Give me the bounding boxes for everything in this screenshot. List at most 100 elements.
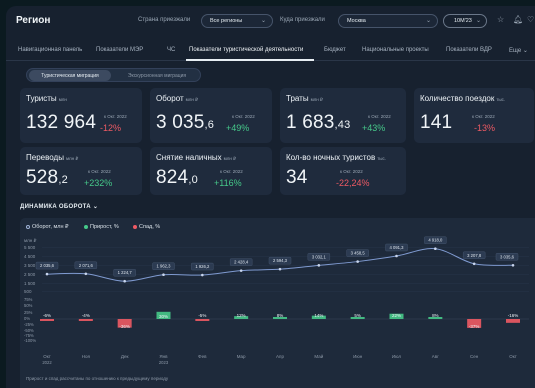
tourist-migration-button[interactable]: Туристическая миграция [29, 70, 111, 81]
x-tick-label: Ноя [82, 354, 91, 359]
star-icon[interactable]: ☆ [497, 15, 504, 24]
x-tick-label: Апр [276, 354, 284, 359]
card-title: Туристы [26, 94, 57, 103]
x-tick-year: 2022 [42, 360, 52, 365]
growth-label: -4% [82, 313, 90, 318]
value-label: 1 962,3 [157, 264, 172, 269]
card-value: 3 035,6 [156, 112, 215, 133]
growth-label: 12% [237, 313, 246, 318]
kpi-card-turnover[interactable]: Оборот млн ₽ 3 035,6 к Окт. 2022 +49% [150, 88, 272, 143]
active-tab-indicator [186, 59, 314, 61]
card-compare-label: к Окт. 2022 [340, 169, 363, 174]
card-unit: тыс. [377, 156, 386, 161]
card-value: 141 [420, 112, 453, 133]
data-point [317, 264, 321, 267]
growth-label: 22% [392, 313, 401, 318]
tab-emergency[interactable]: ЧС [167, 47, 175, 53]
chevron-down-icon: ⌄ [92, 204, 99, 210]
pct-tick-label: 25% [24, 310, 33, 315]
card-unit: тыс. [496, 97, 506, 102]
pct-tick-label: 75% [24, 297, 33, 302]
card-unit: млн ₽ [310, 97, 323, 102]
card-title: Траты [286, 94, 309, 103]
destination-filter-select[interactable]: Москва ⌄ [338, 14, 438, 28]
value-label: 4 091,3 [390, 245, 405, 250]
y-tick-label: 2 500 [24, 272, 36, 277]
data-point [395, 254, 398, 258]
x-tick-label: Мар [237, 354, 246, 359]
growth-label: 30% [159, 314, 168, 319]
value-label: 3 032,1 [312, 254, 327, 259]
card-change: -13% [474, 123, 496, 133]
growth-bar [506, 319, 520, 323]
x-tick-label: Июл [392, 354, 402, 359]
tab-budget[interactable]: Бюджет [324, 47, 346, 53]
value-label: 2 428,4 [234, 260, 249, 265]
destination-filter-value: Москва [347, 18, 366, 24]
data-point [162, 273, 165, 277]
data-point [239, 269, 243, 272]
pct-tick-label: 50% [24, 303, 33, 308]
y-tick-label: 3 500 [24, 263, 36, 268]
turnover-chart: млн ₽ 5 500 4 500 3 500 2 500 1 500 500 2 035,6… [24, 236, 529, 365]
tab-navigation[interactable]: Навигационная панель [18, 47, 82, 53]
tab-grp[interactable]: Показатели ВДР [446, 47, 492, 53]
card-title: Кол-во ночных туристов [286, 153, 376, 162]
tab-more[interactable]: Еще ⌄ [509, 47, 528, 54]
period-select[interactable]: 10M'23 ⌄ [443, 14, 487, 28]
card-value: 824,0 [156, 167, 198, 188]
tab-national-projects[interactable]: Национальные проекты [362, 47, 429, 53]
card-change: -12% [100, 123, 122, 133]
data-point [123, 279, 126, 283]
x-tick-label: Сен [470, 354, 479, 359]
tab-mer[interactable]: Показатели МЭР [96, 47, 143, 53]
turnover-chart-panel: Оборот, млн ₽ Прирост, % Спад, % млн ₽5 … [20, 218, 535, 388]
card-change: +43% [362, 123, 386, 133]
y-axis-label: млн ₽ [24, 238, 37, 243]
excursion-migration-button[interactable]: Экскурсионная миграция [115, 70, 199, 81]
value-label: 4 918,0 [428, 238, 443, 243]
growth-label: 8% [432, 313, 439, 318]
kpi-card-cash-withdrawal[interactable]: Снятие наличных млн ₽ 824,0 к Окт. 2022 +… [150, 147, 272, 195]
bell-icon[interactable]: 🔔︎ [513, 15, 523, 24]
section-title: ДИНАМИКА ОБОРОТА [20, 204, 91, 210]
kpi-card-tourists[interactable]: Туристы млн 132 964 к Окт. 2022 -12% [20, 88, 142, 143]
x-tick-label: Окт [43, 354, 51, 359]
value-label: 1 224,7 [118, 270, 133, 275]
card-value: 132 964 [26, 112, 97, 133]
heart-icon[interactable]: ♡ [527, 15, 534, 24]
tab-tourism[interactable]: Показатели туристической деятельности [189, 47, 303, 53]
origin-filter-value: Все регионы [210, 18, 243, 24]
x-tick-label: Фев [198, 354, 207, 359]
card-compare-label: к Окт. 2022 [232, 114, 255, 119]
kpi-card-spending[interactable]: Траты млн ₽ 1 683,43 к Окт. 2022 +43% [280, 88, 406, 143]
section-tabs: Навигационная панель Показатели МЭР ЧС П… [6, 43, 535, 61]
card-value: 528,2 [26, 167, 68, 188]
card-value: 34 [286, 167, 308, 188]
kpi-card-trips[interactable]: Количество поездок тыс. 141 к Окт. 2022 -… [414, 88, 534, 143]
origin-filter-select[interactable]: Все регионы ⌄ [201, 14, 273, 28]
growth-label: -6% [43, 313, 51, 318]
kpi-card-transfers[interactable]: Переводы млн ₽ 528,2 к Окт. 2022 +232% [20, 147, 142, 195]
x-tick-label: Май [314, 353, 323, 359]
growth-label: -5% [198, 313, 206, 318]
chevron-down-icon: ⌄ [475, 18, 481, 24]
value-label: 2 071,6 [79, 263, 94, 268]
card-title: Снятие наличных [156, 153, 222, 162]
x-tick-label: Янв [159, 354, 168, 359]
value-label: 3 458,5 [351, 251, 366, 256]
turnover-dynamics-header[interactable]: ДИНАМИКА ОБОРОТА ⌄ [20, 203, 98, 210]
card-value: 1 683,43 [286, 112, 351, 133]
chevron-down-icon: ⌄ [260, 18, 266, 24]
kpi-card-overnight-tourists[interactable]: Кол-во ночных туристов тыс. 34 к Окт. 202… [280, 147, 406, 195]
pct-tick-label: -25% [24, 322, 34, 327]
x-tick-label: Дек [121, 354, 129, 359]
y-tick-label: 5 500 [24, 245, 36, 250]
card-change: +116% [214, 178, 242, 188]
card-compare-label: к Окт. 2022 [472, 114, 495, 119]
data-point [511, 263, 515, 267]
card-title: Количество поездок [420, 94, 495, 103]
header-bar: Регион Страна приезжали Все регионы ⌄ Ку… [6, 6, 535, 36]
card-change: +232% [84, 178, 113, 188]
value-label: 2 594,3 [273, 258, 288, 263]
